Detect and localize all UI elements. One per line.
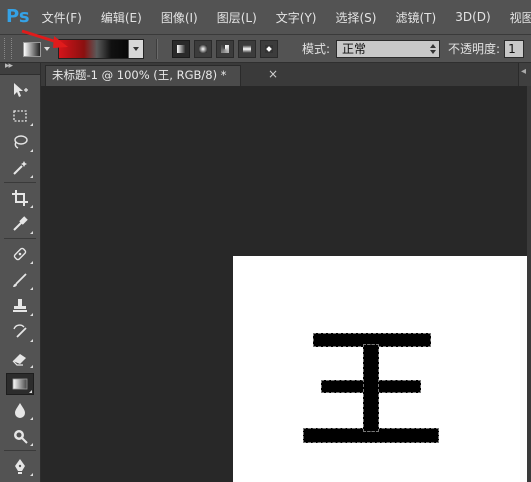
menu-view[interactable]: 视图( [510, 9, 531, 26]
document-tab-bar: 未标题-1 @ 100% (王, RGB/8) * × [41, 63, 531, 86]
menu-3d[interactable]: 3D(D) [455, 10, 490, 24]
document-canvas[interactable]: 王 [233, 256, 531, 482]
tool-flyout-indicator [30, 205, 33, 208]
stamp-icon [13, 299, 27, 312]
brush-icon [13, 273, 27, 287]
reflected-gradient-icon [243, 44, 251, 53]
tool-separator [4, 238, 36, 239]
rectangular-marquee-tool[interactable] [6, 105, 34, 127]
linear-gradient-icon [177, 44, 185, 53]
tools-panel: ▸▸ [0, 61, 41, 482]
tool-flyout-indicator [30, 365, 33, 368]
photoshop-logo-icon: Ps [6, 6, 30, 27]
menu-layer[interactable]: 图层(L) [217, 9, 257, 26]
options-bar-grip[interactable] [4, 38, 12, 59]
diamond-gradient-icon [265, 44, 273, 53]
blend-mode-select[interactable]: 正常 [336, 39, 441, 58]
menu-select[interactable]: 选择(S) [336, 9, 377, 26]
glyph-stroke-vertical [363, 344, 379, 432]
menu-file[interactable]: 文件(F) [42, 9, 82, 26]
blend-mode-value: 正常 [342, 41, 367, 56]
lasso-tool[interactable] [6, 131, 34, 153]
magic-wand-tool[interactable] [6, 157, 34, 179]
menu-filter[interactable]: 滤镜(T) [395, 9, 436, 26]
reflected-gradient-button[interactable] [238, 39, 256, 58]
eyedropper-icon [13, 216, 28, 231]
menu-image[interactable]: 图像(I) [161, 9, 198, 26]
menu-bar: Ps 文件(F) 编辑(E) 图像(I) 图层(L) 文字(Y) 选择(S) 滤… [0, 0, 531, 35]
dodge-tool[interactable] [6, 425, 34, 447]
tool-flyout-indicator [30, 231, 33, 234]
options-bar: 模式: 正常 不透明度: 1 [0, 35, 531, 63]
panel-edge [527, 86, 531, 482]
gradient-picker-dropdown-button[interactable] [128, 39, 143, 58]
marquee-icon [13, 110, 27, 122]
tool-flyout-indicator [30, 261, 33, 264]
dodge-icon [14, 430, 28, 444]
crop-icon [12, 190, 28, 206]
opacity-input[interactable]: 1 [504, 39, 525, 58]
collapse-panel-icon[interactable]: ▸▸ [5, 61, 13, 71]
angle-gradient-icon [221, 44, 229, 53]
annotation-arrow-icon [21, 29, 68, 48]
radial-gradient-icon [199, 44, 207, 53]
history-brush-icon [13, 324, 27, 338]
tool-flyout-indicator [30, 149, 33, 152]
eyedropper-tool[interactable] [6, 213, 34, 235]
water-drop-icon [15, 403, 25, 418]
crop-tool[interactable] [6, 187, 34, 209]
magic-wand-icon [13, 161, 27, 175]
lasso-icon [14, 135, 28, 149]
move-icon [14, 83, 28, 97]
pen-tool[interactable] [6, 455, 34, 477]
tool-flyout-indicator [30, 313, 33, 316]
opacity-label: 不透明度: [448, 42, 501, 56]
tool-flyout-indicator [30, 417, 33, 420]
gradient-tool[interactable] [6, 373, 34, 395]
move-tool[interactable] [6, 79, 34, 101]
angle-gradient-button[interactable] [216, 39, 234, 58]
brush-tool[interactable] [6, 269, 34, 291]
tool-flyout-indicator [30, 175, 33, 178]
menu-type[interactable]: 文字(Y) [276, 9, 317, 26]
select-arrows-icon [430, 43, 437, 54]
tool-flyout-indicator [30, 339, 33, 342]
gradient-icon [12, 378, 28, 390]
tool-separator [4, 450, 36, 451]
tool-flyout-indicator [29, 390, 32, 393]
radial-gradient-button[interactable] [194, 39, 212, 58]
history-brush-tool[interactable] [6, 321, 34, 343]
tool-flyout-indicator [30, 287, 33, 290]
mode-label: 模式: [302, 42, 331, 56]
blur-tool[interactable] [6, 399, 34, 421]
eraser-tool[interactable] [6, 347, 34, 369]
tools-panel-header[interactable]: ▸▸ [0, 61, 40, 75]
tool-flyout-indicator [30, 443, 33, 446]
menu-edit[interactable]: 编辑(E) [101, 9, 142, 26]
tool-flyout-indicator [30, 123, 33, 126]
tool-flyout-indicator [30, 473, 33, 476]
clone-stamp-tool[interactable] [6, 295, 34, 317]
eraser-icon [12, 354, 26, 366]
document-workspace[interactable]: 王 [41, 86, 531, 482]
document-tab[interactable]: 未标题-1 @ 100% (王, RGB/8) * [45, 65, 241, 86]
options-separator [156, 38, 158, 59]
linear-gradient-button[interactable] [172, 39, 190, 58]
pen-icon [15, 459, 25, 474]
bandage-icon [13, 247, 27, 261]
tab-scroll-icon[interactable] [518, 63, 531, 86]
close-icon[interactable]: × [268, 67, 278, 81]
healing-brush-tool[interactable] [6, 243, 34, 265]
diamond-gradient-button[interactable] [260, 39, 278, 58]
tool-separator [4, 182, 36, 183]
